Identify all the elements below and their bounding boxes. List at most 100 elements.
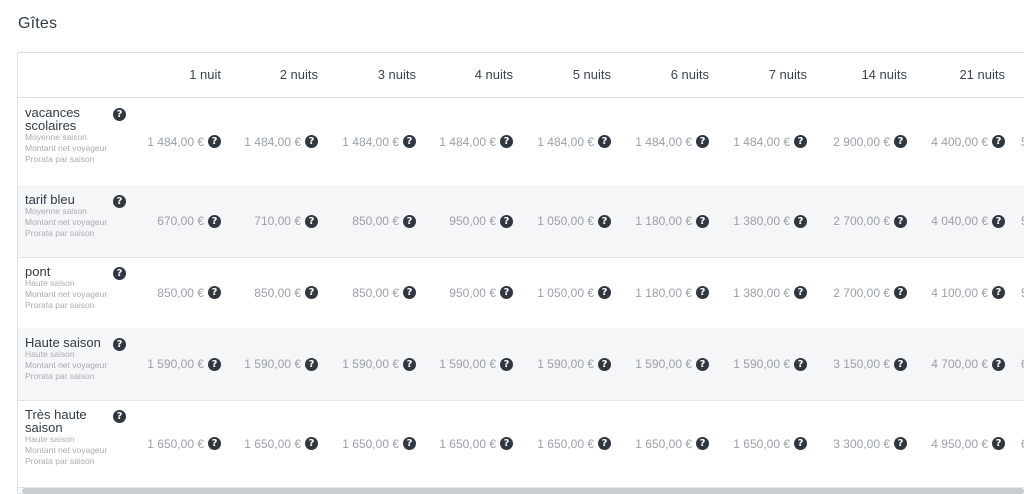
price-value: 1 484,00 € — [537, 134, 594, 149]
question-circle-icon[interactable]: ? — [500, 357, 513, 371]
question-circle-icon[interactable]: ? — [208, 286, 221, 299]
price-cell: 1 180,00 €? — [635, 257, 709, 328]
question-circle-icon[interactable]: ? — [305, 357, 318, 371]
season-name: tarif bleu — [25, 192, 75, 207]
question-circle-icon[interactable]: ? — [208, 214, 221, 228]
price-value: 1 180,00 € — [635, 285, 692, 300]
question-circle-icon[interactable]: ? — [598, 135, 611, 148]
price-value: 1 590,00 € — [733, 357, 790, 371]
question-circle-icon[interactable]: ? — [403, 437, 416, 450]
question-circle-icon[interactable]: ? — [794, 286, 807, 299]
price-value: 950,00 € — [449, 285, 496, 300]
question-circle-icon[interactable]: ? — [992, 286, 1005, 299]
price-value: 4 700,00 € — [931, 357, 988, 371]
question-circle-icon[interactable]: ? — [696, 135, 709, 148]
price-cell: 1 590,00 €? — [439, 328, 513, 400]
price-value: 1 380,00 € — [733, 214, 790, 228]
row-meta: Prorata par saison — [25, 371, 95, 381]
price-value: 1 484,00 € — [635, 134, 692, 149]
price-cell: 1 590,00 €? — [635, 328, 709, 400]
price-cell: 850,00 €? — [352, 257, 416, 328]
question-circle-icon[interactable]: ? — [696, 286, 709, 299]
price-value: 850,00 € — [157, 285, 204, 300]
question-circle-icon[interactable]: ? — [113, 338, 126, 351]
question-circle-icon[interactable]: ? — [403, 286, 416, 299]
price-value: 710,00 € — [254, 214, 301, 228]
row-meta: Montant net voyageur — [25, 445, 108, 455]
price-cell: 1 590,00 €? — [244, 328, 318, 400]
question-circle-icon[interactable]: ? — [500, 437, 513, 450]
price-cell: 4 040,00 €? — [931, 185, 1005, 257]
question-circle-icon[interactable]: ? — [794, 437, 807, 450]
question-circle-icon[interactable]: ? — [113, 267, 126, 280]
question-circle-icon[interactable]: ? — [794, 357, 807, 371]
price-cell: 950,00 €? — [449, 185, 513, 257]
row-label: tarif bleu Moyenne saison Montant net voya… — [25, 193, 107, 239]
page-title: Gîtes — [18, 15, 58, 32]
price-value: 3 150,00 € — [833, 357, 890, 371]
question-circle-icon[interactable]: ? — [403, 357, 416, 371]
price-value: 1 590,00 € — [147, 357, 204, 371]
question-circle-icon[interactable]: ? — [992, 135, 1005, 148]
question-circle-icon[interactable]: ? — [598, 357, 611, 371]
question-circle-icon[interactable]: ? — [894, 214, 907, 228]
question-circle-icon[interactable]: ? — [208, 437, 221, 450]
table-row: tarif bleu Moyenne saison Montant net voya… — [18, 185, 1024, 258]
price-cell: 1 650,00 €? — [439, 400, 513, 487]
question-circle-icon[interactable]: ? — [500, 135, 513, 148]
row-label: Très haute saison Haute saison Montant net … — [25, 408, 107, 467]
price-cell: 3 150,00 €? — [833, 328, 907, 400]
question-circle-icon[interactable]: ? — [113, 410, 126, 423]
row-meta: Prorata par saison — [25, 300, 95, 310]
question-circle-icon[interactable]: ? — [598, 214, 611, 228]
question-circle-icon[interactable]: ? — [500, 286, 513, 299]
price-value: 1 180,00 € — [635, 214, 692, 228]
price-cell: 1 590,00 €? — [733, 328, 807, 400]
question-circle-icon[interactable]: ? — [894, 135, 907, 148]
question-circle-icon[interactable]: ? — [208, 135, 221, 148]
question-circle-icon[interactable]: ? — [894, 437, 907, 450]
question-circle-icon[interactable]: ? — [208, 357, 221, 371]
question-circle-icon[interactable]: ? — [696, 214, 709, 228]
column-header: 21 nuits — [959, 67, 1005, 82]
question-circle-icon[interactable]: ? — [403, 214, 416, 228]
question-circle-icon[interactable]: ? — [113, 108, 126, 121]
question-circle-icon[interactable]: ? — [305, 214, 318, 228]
price-cell: 1 484,00 €? — [439, 98, 513, 185]
question-circle-icon[interactable]: ? — [403, 135, 416, 148]
price-cell: 1 590,00 €? — [342, 328, 416, 400]
price-cell: 1 650,00 €? — [244, 400, 318, 487]
question-circle-icon[interactable]: ? — [794, 214, 807, 228]
price-cell: 1 050,00 €? — [537, 257, 611, 328]
price-value: 1 484,00 € — [244, 134, 301, 149]
price-value: 850,00 € — [352, 214, 399, 228]
column-header: 7 nuits — [768, 67, 807, 82]
price-cell: 2 700,00 €? — [833, 185, 907, 257]
question-circle-icon[interactable]: ? — [305, 135, 318, 148]
question-circle-icon[interactable]: ? — [500, 214, 513, 228]
row-meta: Prorata par saison — [25, 228, 95, 238]
price-value: 1 484,00 € — [439, 134, 496, 149]
question-circle-icon[interactable]: ? — [696, 357, 709, 371]
price-cell: 4 100,00 €? — [931, 257, 1005, 328]
question-circle-icon[interactable]: ? — [598, 437, 611, 450]
question-circle-icon[interactable]: ? — [992, 214, 1005, 228]
question-circle-icon[interactable]: ? — [794, 135, 807, 148]
question-circle-icon[interactable]: ? — [696, 437, 709, 450]
question-circle-icon[interactable]: ? — [113, 195, 126, 208]
row-meta: Prorata par saison — [25, 456, 95, 466]
question-circle-icon[interactable]: ? — [992, 357, 1005, 371]
question-circle-icon[interactable]: ? — [992, 437, 1005, 450]
question-circle-icon[interactable]: ? — [894, 357, 907, 371]
question-circle-icon[interactable]: ? — [894, 286, 907, 299]
question-circle-icon[interactable]: ? — [305, 286, 318, 299]
horizontal-scrollbar[interactable] — [22, 488, 1024, 494]
table-row: vacances scolaires Moyenne saison Montant n… — [18, 98, 1024, 186]
question-circle-icon[interactable]: ? — [598, 286, 611, 299]
price-cell: 2 900,00 €? — [833, 98, 907, 185]
row-meta: Haute saison — [25, 349, 75, 359]
price-cell: 1 180,00 €? — [635, 185, 709, 257]
price-cell: 4 700,00 €? — [931, 328, 1005, 400]
question-circle-icon[interactable]: ? — [305, 437, 318, 450]
price-value: 850,00 € — [352, 285, 399, 300]
